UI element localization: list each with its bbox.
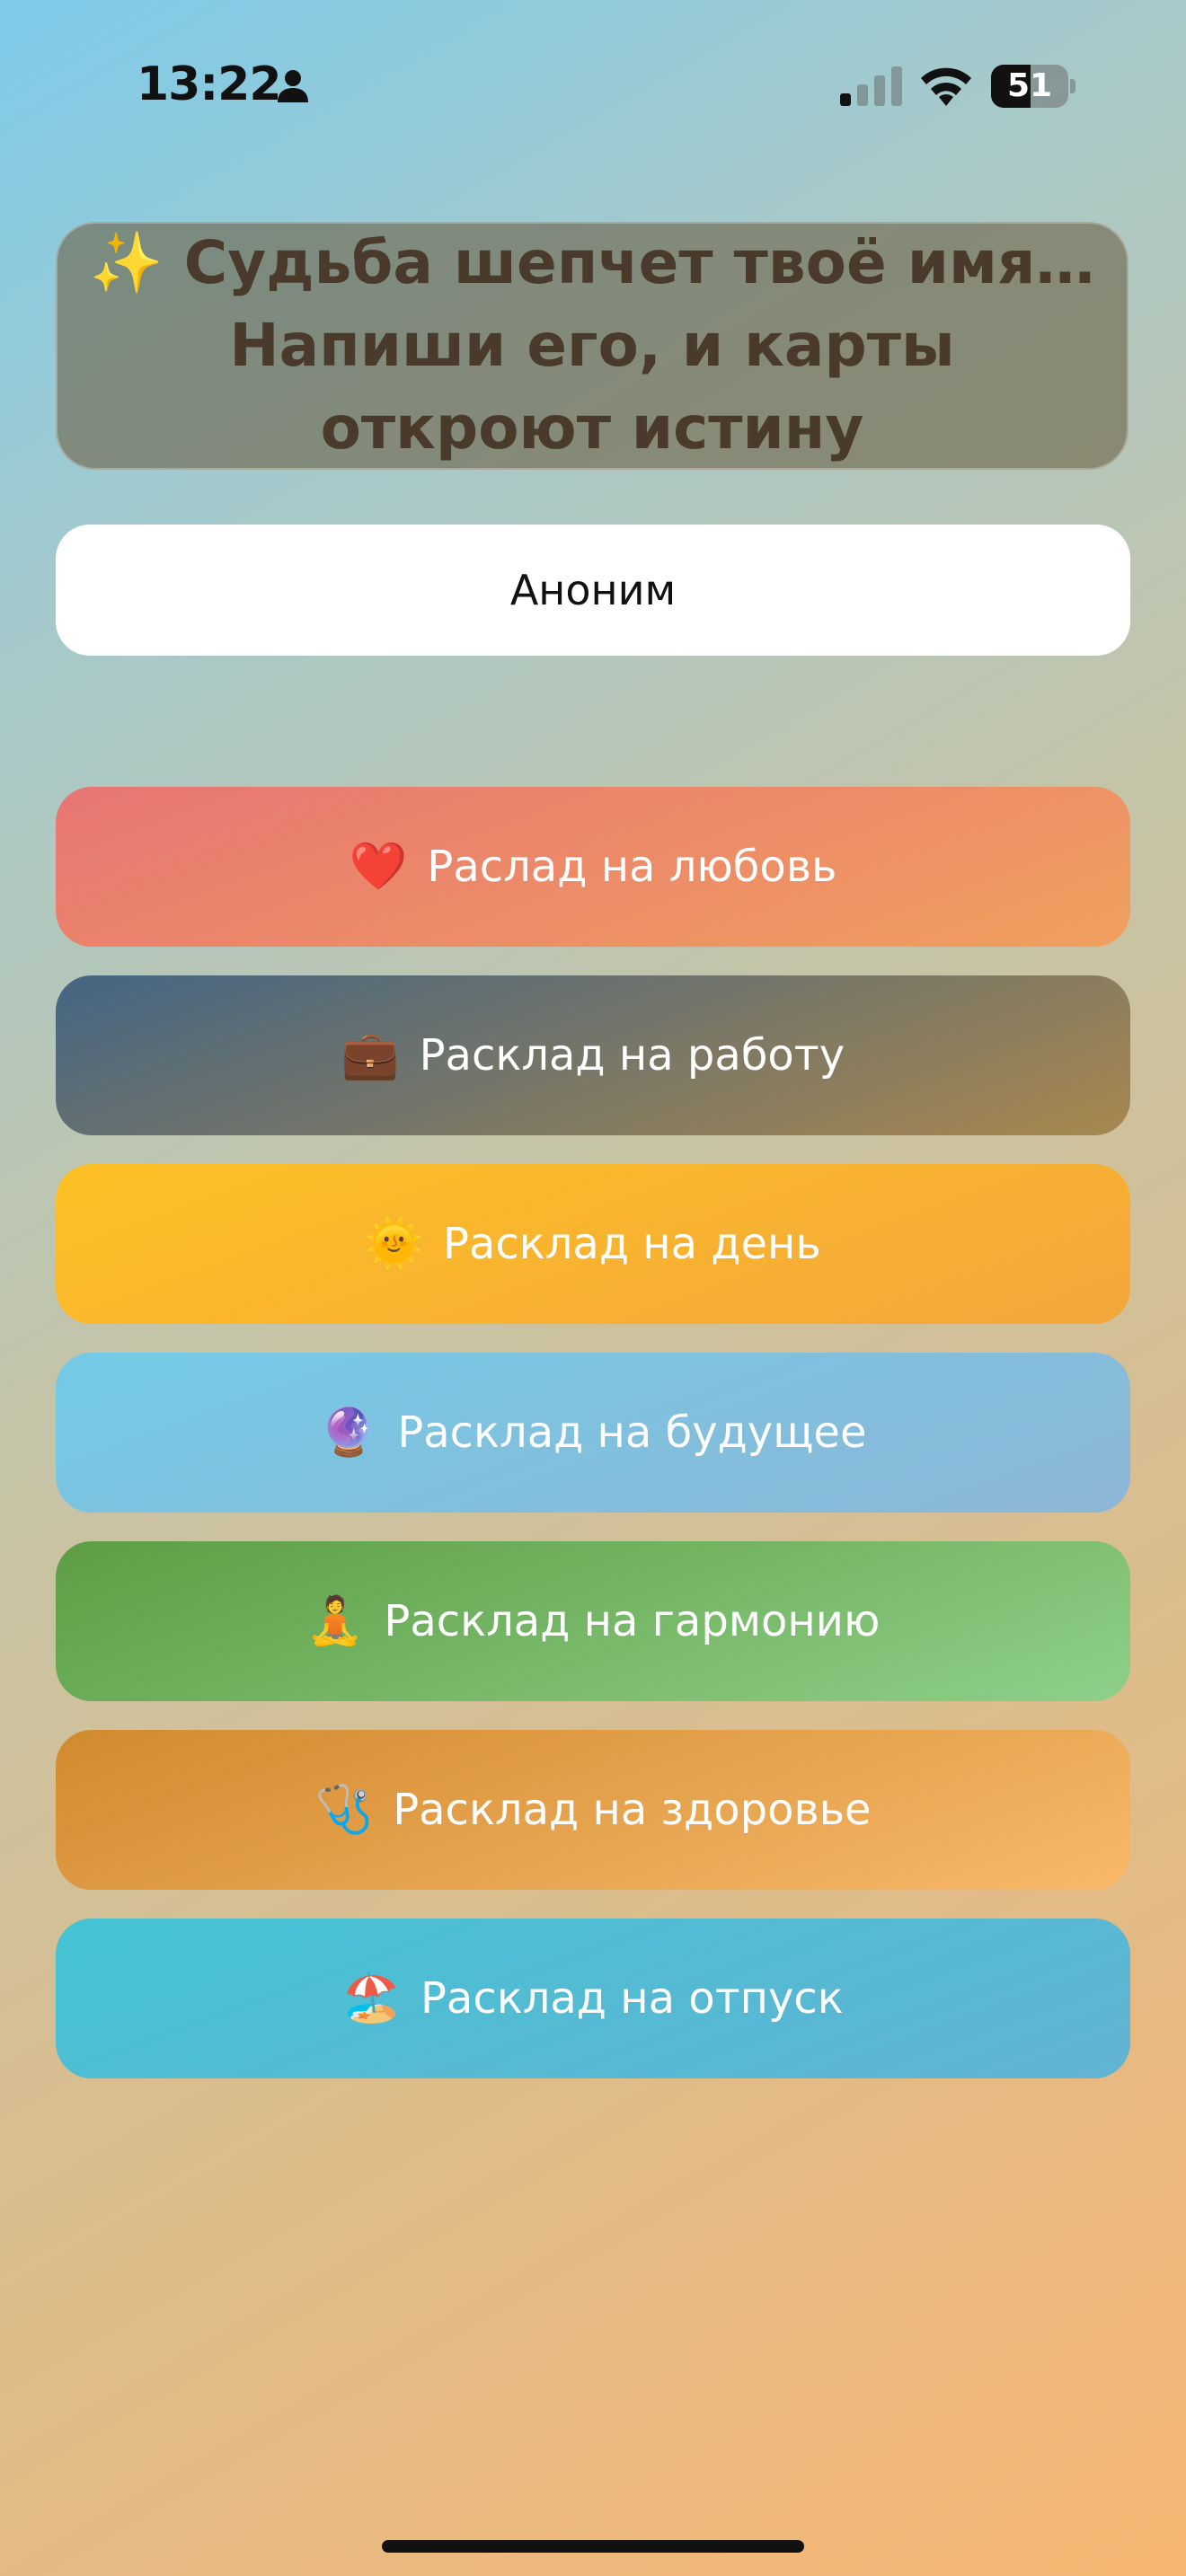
status-bar: 13:22 51 xyxy=(0,0,1186,171)
battery-cap xyxy=(1070,79,1075,93)
status-time: 13:22 xyxy=(137,57,282,111)
spread-button-beach-umbrella[interactable]: 🏖️ Расклад на отпуск xyxy=(56,1919,1130,2078)
spread-button-label: Расклад на здоровье xyxy=(393,1785,872,1835)
spread-button-stethoscope[interactable]: 🩺 Расклад на здоровье xyxy=(56,1730,1130,1890)
battery-percent: 51 xyxy=(1006,67,1053,104)
home-indicator[interactable] xyxy=(382,2540,804,2553)
person-icon xyxy=(278,70,308,102)
wifi-icon xyxy=(921,67,971,106)
battery-icon: 51 xyxy=(991,65,1075,108)
header-line-1: ✨ Судьба шепчет твоё имя… xyxy=(89,228,1095,297)
briefcase-icon: 💼 xyxy=(341,1028,400,1082)
spread-button-label: Расклад на день xyxy=(443,1219,821,1269)
header-line-2: Напиши его, и карты откроют истину xyxy=(229,311,955,463)
spread-button-label: Расклад на работу xyxy=(419,1030,845,1081)
spread-button-briefcase[interactable]: 💼 Расклад на работу xyxy=(56,975,1130,1135)
crystal-ball-icon: 🔮 xyxy=(319,1406,378,1460)
sun-icon: 🌞 xyxy=(365,1217,423,1271)
spread-button-label: Расклад на будущее xyxy=(397,1407,867,1458)
beach-umbrella-icon: 🏖️ xyxy=(342,1972,401,2025)
cellular-signal-icon xyxy=(840,66,902,106)
name-input[interactable] xyxy=(56,525,1130,656)
spread-button-label: Расклад на отпуск xyxy=(420,1973,844,2024)
stethoscope-icon: 🩺 xyxy=(314,1783,374,1837)
heart-icon: ❤️ xyxy=(349,840,408,894)
spread-button-heart[interactable]: ❤️ Раслад на любовь xyxy=(56,787,1130,947)
meditation-icon: 🧘 xyxy=(305,1594,365,1648)
spread-button-meditation[interactable]: 🧘 Расклад на гармонию xyxy=(56,1541,1130,1701)
header-card: ✨ Судьба шепчет твоё имя… Напиши его, и … xyxy=(56,222,1128,470)
spread-button-sun[interactable]: 🌞 Расклад на день xyxy=(56,1164,1130,1324)
header-title: ✨ Судьба шепчет твоё имя… Напиши его, и … xyxy=(84,222,1100,470)
spread-button-label: Расклад на гармонию xyxy=(384,1596,881,1646)
spread-button-label: Раслад на любовь xyxy=(427,842,837,892)
spread-button-crystal-ball[interactable]: 🔮 Расклад на будущее xyxy=(56,1353,1130,1513)
